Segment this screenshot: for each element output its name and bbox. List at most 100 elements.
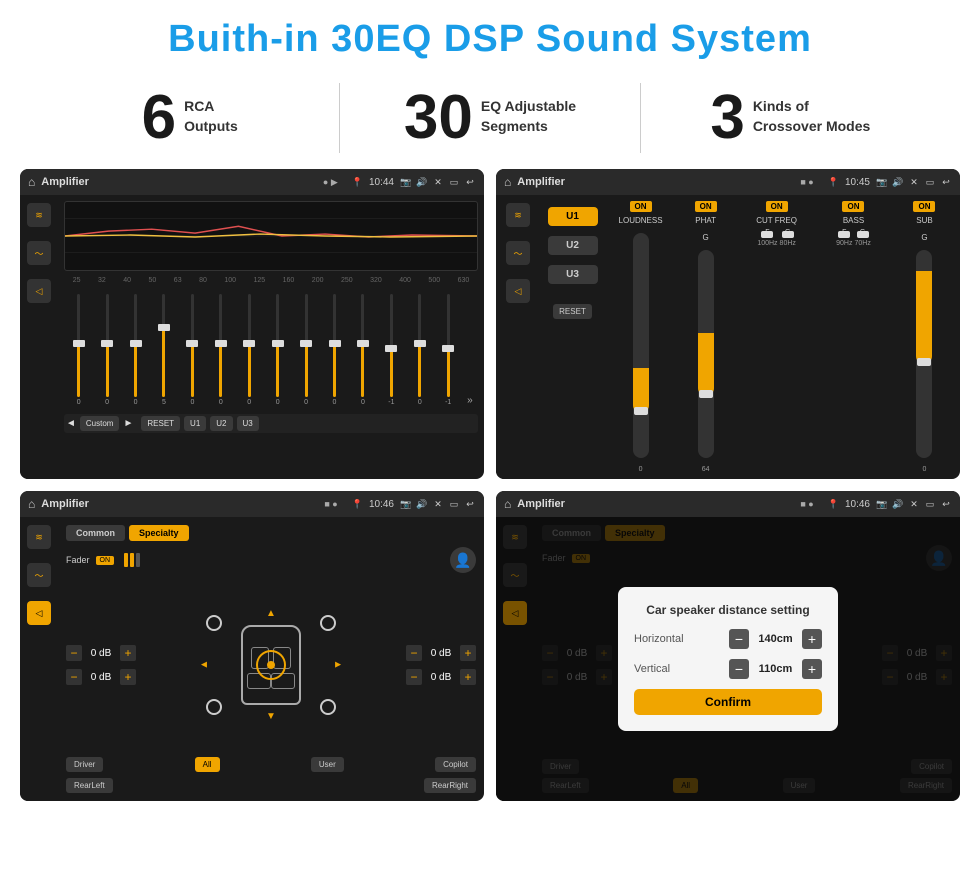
eq-reset-button[interactable]: RESET: [141, 416, 180, 431]
vol-value-3: 0 dB: [426, 648, 456, 659]
back-icon-4[interactable]: ↩: [940, 498, 952, 510]
close-icon[interactable]: ✕: [432, 176, 444, 188]
speaker-icon-2[interactable]: ◁: [506, 279, 530, 303]
crossover-reset-button[interactable]: RESET: [553, 304, 592, 319]
vol-plus-3[interactable]: +: [460, 645, 476, 661]
bass-label: BASS: [843, 216, 864, 225]
fader-label: Fader: [66, 555, 90, 565]
stat-rca-label: RCA Outputs: [184, 97, 238, 136]
eq-icon-2[interactable]: ≋: [506, 203, 530, 227]
dialog-title: Car speaker distance setting: [634, 603, 822, 617]
vol-minus-4[interactable]: −: [406, 669, 422, 685]
vertical-minus[interactable]: −: [729, 659, 749, 679]
eq-slider-0[interactable]: 0: [66, 294, 91, 406]
tab-common[interactable]: Common: [66, 525, 125, 541]
home-icon-2[interactable]: ⌂: [504, 175, 511, 189]
home-icon-4[interactable]: ⌂: [504, 497, 511, 511]
copilot-button[interactable]: Copilot: [435, 757, 476, 772]
speaker-icon-3[interactable]: ◁: [27, 601, 51, 625]
speaker-sidebar: ≋ 〜 ◁: [20, 517, 58, 801]
eq-u3-button[interactable]: U3: [237, 416, 259, 431]
eq-slider-4[interactable]: 0: [180, 294, 205, 406]
location-icon-2: 📍: [828, 177, 839, 188]
speaker-tabs: Common Specialty: [66, 525, 476, 541]
home-icon[interactable]: ⌂: [28, 175, 35, 189]
back-icon[interactable]: ↩: [464, 176, 476, 188]
wave-icon-2[interactable]: 〜: [506, 241, 530, 265]
eq-slider-7[interactable]: 0: [265, 294, 290, 406]
vol-minus-2[interactable]: −: [66, 669, 82, 685]
eq-slider-8[interactable]: 0: [293, 294, 318, 406]
rearleft-button[interactable]: RearLeft: [66, 778, 113, 793]
u1-button[interactable]: U1: [548, 207, 598, 226]
minimize-icon-3[interactable]: ▭: [448, 498, 460, 510]
confirm-button[interactable]: Confirm: [634, 689, 822, 715]
vertical-plus[interactable]: +: [802, 659, 822, 679]
eq-slider-2[interactable]: 0: [123, 294, 148, 406]
close-icon-4[interactable]: ✕: [908, 498, 920, 510]
camera-icon-4: 📷: [876, 498, 888, 510]
vol-plus-4[interactable]: +: [460, 669, 476, 685]
vol-plus-2[interactable]: +: [120, 669, 136, 685]
vol-minus-1[interactable]: −: [66, 645, 82, 661]
close-icon-3[interactable]: ✕: [432, 498, 444, 510]
screen-eq-title: Amplifier: [41, 176, 317, 188]
driver-button[interactable]: Driver: [66, 757, 103, 772]
rearright-button[interactable]: RearRight: [424, 778, 476, 793]
eq-slider-3[interactable]: 5: [151, 294, 176, 406]
back-icon-2[interactable]: ↩: [940, 176, 952, 188]
all-button[interactable]: All: [195, 757, 220, 772]
vol-minus-3[interactable]: −: [406, 645, 422, 661]
eq-u2-button[interactable]: U2: [210, 416, 232, 431]
horizontal-plus[interactable]: +: [802, 629, 822, 649]
eq-slider-6[interactable]: 0: [237, 294, 262, 406]
minimize-icon-4[interactable]: ▭: [924, 498, 936, 510]
user-icon[interactable]: 👤: [450, 547, 476, 573]
home-icon-3[interactable]: ⌂: [28, 497, 35, 511]
vol-plus-1[interactable]: +: [120, 645, 136, 661]
eq-slider-9[interactable]: 0: [322, 294, 347, 406]
screen-speaker-title: Amplifier: [41, 498, 318, 510]
eq-sidebar: ≋ 〜 ◁: [20, 195, 58, 479]
minimize-icon[interactable]: ▭: [448, 176, 460, 188]
u2-button[interactable]: U2: [548, 236, 598, 255]
stat-eq: 30 EQ Adjustable Segments: [360, 87, 619, 149]
eq-prev-button[interactable]: ◄: [66, 418, 76, 429]
u3-button[interactable]: U3: [548, 265, 598, 284]
left-volumes: − 0 dB + − 0 dB +: [66, 645, 136, 685]
eq-custom-button[interactable]: Custom: [80, 416, 120, 431]
eq-graph: [64, 201, 478, 271]
eq-slider-12[interactable]: 0: [407, 294, 432, 406]
wave-icon-3[interactable]: 〜: [27, 563, 51, 587]
user-button[interactable]: User: [311, 757, 344, 772]
close-icon-2[interactable]: ✕: [908, 176, 920, 188]
speaker-icon[interactable]: ◁: [27, 279, 51, 303]
eq-slider-13[interactable]: -1: [435, 294, 460, 406]
eq-next-button[interactable]: ►: [123, 418, 133, 429]
back-icon-3[interactable]: ↩: [464, 498, 476, 510]
eq-slider-10[interactable]: 0: [350, 294, 375, 406]
eq-slider-1[interactable]: 0: [94, 294, 119, 406]
stat-crossover-label: Kinds of Crossover Modes: [753, 97, 870, 136]
horizontal-label: Horizontal: [634, 633, 684, 645]
bass-on[interactable]: ON: [842, 201, 864, 212]
sub-on[interactable]: ON: [913, 201, 935, 212]
fader-on-badge[interactable]: ON: [96, 556, 115, 565]
minimize-icon-2[interactable]: ▭: [924, 176, 936, 188]
tab-specialty[interactable]: Specialty: [129, 525, 189, 541]
speaker-main: Common Specialty Fader ON 👤: [58, 517, 484, 801]
camera-icon: 📷: [400, 176, 412, 188]
eq-u1-button[interactable]: U1: [184, 416, 206, 431]
horizontal-minus[interactable]: −: [729, 629, 749, 649]
eq-icon[interactable]: ≋: [27, 203, 51, 227]
fader-row: Fader ON 👤: [66, 547, 476, 573]
cutfreq-on[interactable]: ON: [766, 201, 788, 212]
phat-on[interactable]: ON: [695, 201, 717, 212]
loudness-on[interactable]: ON: [630, 201, 652, 212]
wave-icon[interactable]: 〜: [27, 241, 51, 265]
eq-slider-5[interactable]: 0: [208, 294, 233, 406]
col-loudness: ON LOUDNESS 0: [611, 201, 670, 473]
screen-speaker-topbar-icons: 📷 🔊 ✕ ▭ ↩: [400, 498, 476, 510]
eq-icon-3[interactable]: ≋: [27, 525, 51, 549]
eq-slider-11[interactable]: -1: [379, 294, 404, 406]
